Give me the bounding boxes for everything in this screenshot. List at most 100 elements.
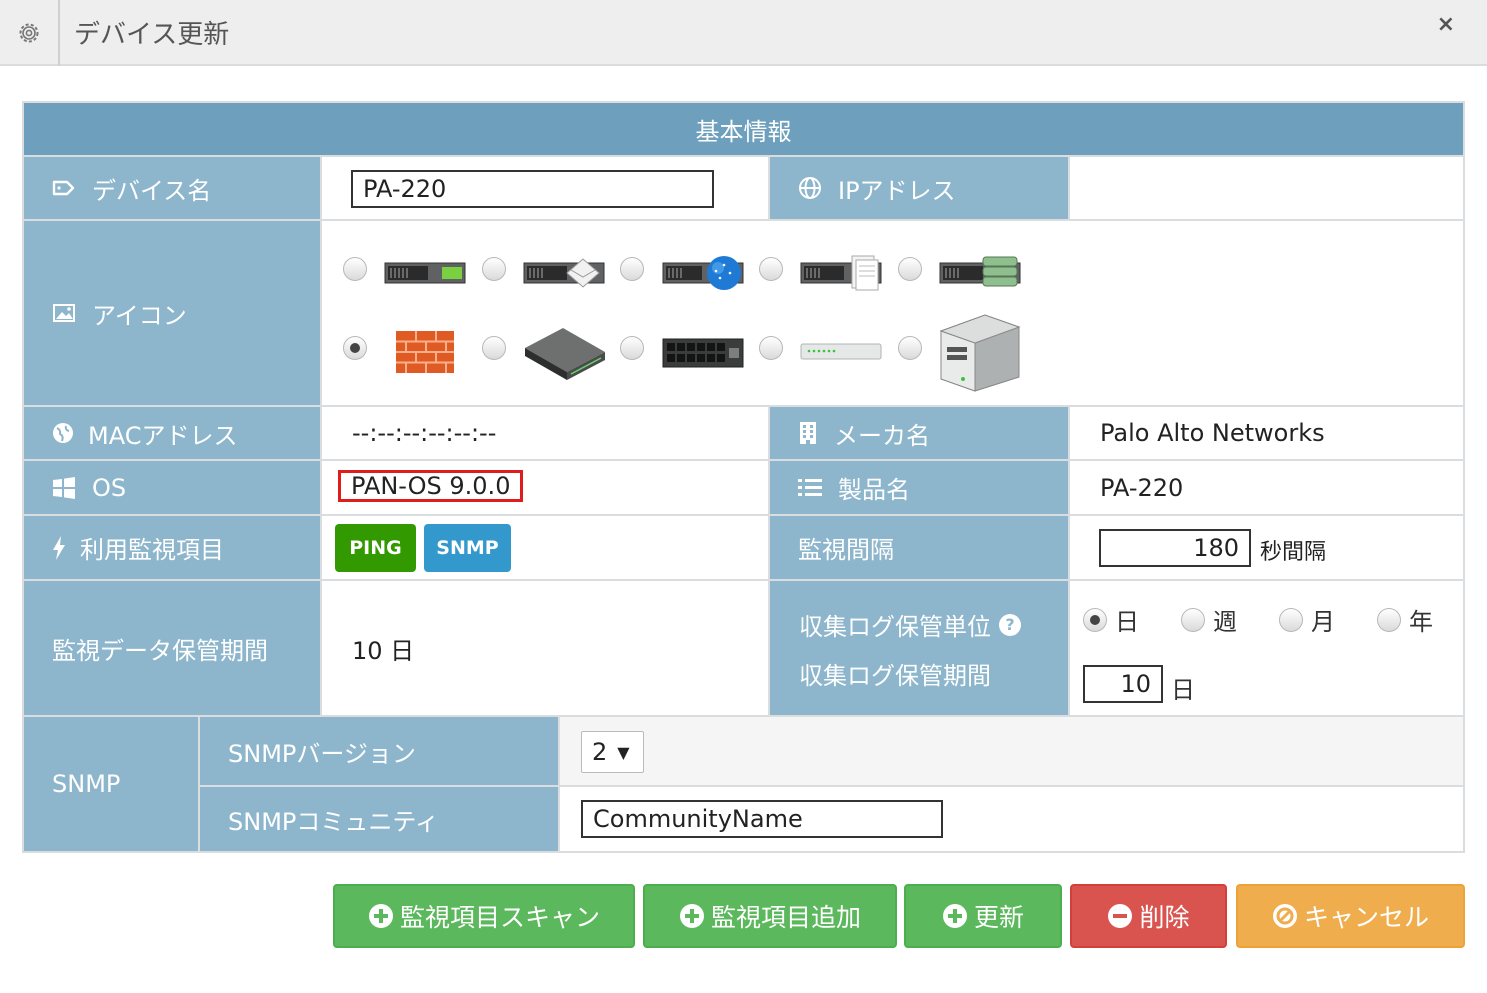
snmp-badge: SNMP [424,524,511,572]
delete-button[interactable]: 削除 [1070,884,1227,948]
icon-radio-4[interactable] [759,257,783,281]
mac-value: --:--:--:--:--:-- [322,407,768,459]
log-unit-label-row: 収集ログ保管単位 ? [799,607,1021,642]
windows-icon [53,476,75,499]
log-unit-radios: 日 週 月 年 [1083,602,1433,637]
icon-label-cell: アイコン [24,221,320,405]
minus-circle-icon [1108,904,1133,928]
globe-icon [799,177,821,199]
add-item-label: 監視項目追加 [710,903,861,932]
plus-circle-icon [679,904,704,928]
log-unit-year-label: 年 [1409,608,1433,636]
cancel-label: キャンセル [1303,903,1429,932]
log-unit-radio-month[interactable] [1279,607,1303,632]
maker-value: Palo Alto Networks [1070,407,1463,459]
icon-label: アイコン [92,301,187,330]
icon-radio-6[interactable] [343,336,367,360]
mac-label-cell: MACアドレス [24,407,320,459]
os-label: OS [92,473,127,502]
log-unit-label: 収集ログ保管単位 [799,613,991,641]
os-value: PAN-OS 9.0.0 [338,470,524,502]
bolt-icon [53,535,65,560]
dialog-title: デバイス更新 [74,20,230,50]
log-period-input[interactable]: 10 [1083,665,1163,703]
ip-label: IPアドレス [838,176,956,205]
device-name-label: デバイス名 [92,176,212,205]
product-label-cell: 製品名 [770,461,1068,514]
device-name-label-cell: デバイス名 [24,157,320,219]
close-icon[interactable]: × [1437,12,1455,37]
update-button[interactable]: 更新 [904,884,1062,948]
icon-radio-2[interactable] [482,257,506,281]
tower-server-icon [939,314,1021,392]
log-labels-cell [770,581,1068,715]
interval-input[interactable]: 180 [1099,529,1251,567]
device-name-input[interactable]: PA-220 [351,170,714,208]
update-label: 更新 [973,903,1024,932]
icon-radio-8[interactable] [620,336,644,360]
icon-radio-3[interactable] [620,257,644,281]
icon-radio-10[interactable] [898,336,922,360]
snmp-community-input[interactable]: CommunityName [581,800,943,838]
log-period-unit: 日 [1171,676,1195,704]
help-icon[interactable]: ? [999,613,1021,636]
ip-value-cell [1070,157,1463,219]
chevron-down-icon: ▼ [617,742,630,762]
retention-label: 監視データ保管期間 [24,581,320,715]
list-icon [798,478,822,496]
log-period-label: 収集ログ保管期間 [799,662,991,690]
ping-badge: PING [335,524,416,572]
log-unit-day-label: 日 [1115,608,1139,636]
icon-radio-1[interactable] [343,257,367,281]
globe-solid-icon [53,423,73,443]
log-unit-month-label: 月 [1311,608,1335,636]
add-item-button[interactable]: 監視項目追加 [643,884,897,948]
server-icon [384,262,466,284]
interval-unit: 秒間隔 [1260,540,1327,565]
cancel-button[interactable]: キャンセル [1236,884,1465,948]
db-server-icon [939,256,1021,287]
product-value: PA-220 [1070,461,1463,514]
monitor-items-label: 利用監視項目 [80,536,224,564]
rack-appliance-icon [525,328,605,380]
dialog-titlebar: デバイス更新 × [0,0,1487,66]
snmp-version-cell: 2 ▼ [560,717,1463,785]
gear-icon [0,0,60,66]
image-icon [53,304,75,322]
ban-icon [1272,904,1297,928]
snmp-version-value: 2 [592,738,608,766]
snmp-version-label: SNMPバージョン [200,717,558,785]
mac-label: MACアドレス [88,421,238,450]
interval-label: 監視間隔 [770,516,1068,579]
icon-radio-5[interactable] [898,257,922,281]
plus-circle-icon [942,904,967,928]
icon-radio-9[interactable] [759,336,783,360]
section-header: 基本情報 [24,103,1463,155]
snmp-community-cell: CommunityName [560,787,1463,851]
firewall-icon [396,331,454,373]
scan-items-label: 監視項目スキャン [399,903,600,932]
tag-icon [52,180,75,196]
retention-value: 10 日 [322,581,768,715]
os-label-cell: OS [24,461,320,514]
maker-label: メーカ名 [834,421,930,450]
network-switch-icon [662,338,744,368]
web-server-icon [662,256,744,290]
monitor-items-label-cell: 利用監視項目 [24,516,320,579]
snmp-version-select[interactable]: 2 ▼ [581,731,644,773]
icon-radio-7[interactable] [482,336,506,360]
delete-label: 削除 [1139,903,1190,932]
snmp-community-label: SNMPコミュニティ [200,787,558,851]
log-unit-radio-day[interactable] [1083,607,1107,632]
mail-server-icon [523,258,605,288]
interval-cell: 180 秒間隔 [1070,516,1463,579]
ip-label-cell: IPアドレス [770,157,1068,219]
icon-picker [322,221,1463,405]
hub-icon [800,343,882,360]
log-unit-radio-week[interactable] [1181,607,1205,632]
device-name-value-cell: PA-220 [322,157,768,219]
log-unit-radio-year[interactable] [1377,607,1401,632]
snmp-label: SNMP [24,717,198,851]
scan-items-button[interactable]: 監視項目スキャン [333,884,635,948]
log-unit-week-label: 週 [1213,608,1237,636]
